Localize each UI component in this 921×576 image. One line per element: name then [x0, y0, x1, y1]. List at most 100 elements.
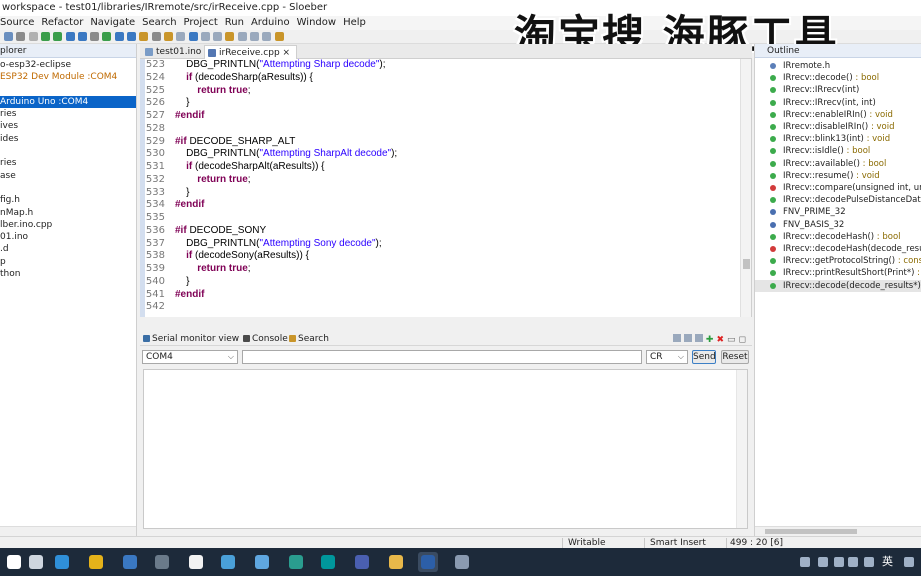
tree-item[interactable]: lber.ino.cpp [0, 219, 136, 231]
app-icon[interactable] [252, 552, 272, 572]
run-icon[interactable] [163, 32, 173, 41]
port-select[interactable]: COM4 ⌵ [142, 350, 238, 364]
outline-item[interactable]: IRrecv::IRrecv(int) [755, 84, 921, 96]
verify-icon[interactable] [40, 32, 50, 41]
outline-item[interactable]: IRrecv::available() : bool [755, 158, 921, 170]
menu-run[interactable]: Run [225, 16, 244, 30]
menu-window[interactable]: Window [297, 16, 336, 30]
nav-icon[interactable] [262, 32, 272, 41]
onedrive-icon[interactable] [818, 557, 828, 567]
volume-icon[interactable] [864, 557, 874, 567]
tab-serial-monitor[interactable]: Serial monitor view ⨯ [142, 332, 250, 346]
outline-item[interactable]: IRrecv::printResultShort(Print*) : voi [755, 267, 921, 279]
port-icon[interactable] [127, 32, 136, 41]
search-icon[interactable] [188, 32, 198, 41]
menu-arduino[interactable]: Arduino [251, 16, 290, 30]
add-icon[interactable]: ✚ [706, 335, 714, 345]
editor-vscroll-thumb[interactable] [743, 259, 750, 269]
tree-item[interactable]: nMap.h [0, 207, 136, 219]
outline-item[interactable]: FNV_BASIS_32 [755, 219, 921, 231]
outline-item[interactable]: IRrecv::blink13(int) : void [755, 133, 921, 145]
outline-item[interactable]: IRrecv::decodeHash(decode_results [755, 243, 921, 255]
tree-item[interactable]: 01.ino [0, 231, 136, 243]
menu-refactor[interactable]: Refactor [41, 16, 83, 30]
network-icon[interactable] [800, 557, 810, 567]
serial-vscrollbar[interactable] [736, 370, 747, 528]
tree-item[interactable]: ives [0, 120, 136, 132]
tree-item[interactable]: thon [0, 268, 136, 280]
outline-item[interactable]: IRrecv::decodePulseDistanceData(ui [755, 194, 921, 206]
forward-icon[interactable] [250, 32, 259, 41]
outline-item[interactable]: IRrecv::getProtocolString() : const c [755, 255, 921, 267]
add-lib-icon[interactable] [102, 32, 112, 41]
tool-icon[interactable] [176, 32, 186, 41]
folder-icon[interactable] [386, 552, 406, 572]
serial-output[interactable] [143, 369, 748, 529]
app-icon[interactable] [120, 552, 140, 572]
outline-item[interactable]: IRrecv::disableIRIn() : void [755, 121, 921, 133]
tab-console[interactable]: Console [242, 332, 288, 346]
plotter-icon[interactable] [77, 32, 87, 41]
app-icon[interactable] [452, 552, 472, 572]
outline-item[interactable]: IRremote.h [755, 60, 921, 72]
project-explorer-tab[interactable]: plorer [0, 44, 136, 58]
open-perspective-icon[interactable] [274, 32, 284, 41]
serial-send-input[interactable] [242, 350, 642, 364]
tree-item[interactable]: o-esp32-eclipse [0, 59, 136, 71]
tree-item[interactable]: fig.h [0, 194, 136, 206]
app-icon[interactable] [352, 552, 372, 572]
upload-icon[interactable] [53, 32, 63, 41]
minimize-icon[interactable]: ▭ [727, 335, 736, 345]
tree-item[interactable]: ESP32 Dev Module :COM4 [0, 71, 136, 83]
outline-item[interactable]: IRrecv::compare(unsigned int, unsigne [755, 182, 921, 194]
close-port-icon[interactable]: ✖ [716, 335, 724, 345]
tree-item[interactable]: p [0, 256, 136, 268]
tree-item[interactable]: Arduino Uno :COM4 [0, 95, 136, 109]
new-sketch-icon[interactable] [90, 32, 100, 41]
save-all-icon[interactable] [28, 32, 38, 41]
menu-help[interactable]: Help [343, 16, 366, 30]
bookmark-icon[interactable] [225, 32, 235, 41]
outline-item[interactable]: IRrecv::isIdle() : bool [755, 145, 921, 157]
menu-source[interactable]: Source [0, 16, 34, 30]
line-ending-select[interactable]: CR ⌵ [646, 350, 688, 364]
tree-item[interactable]: ides [0, 133, 136, 145]
save-icon[interactable] [16, 32, 26, 41]
explorer-hscrollbar[interactable] [0, 526, 136, 536]
battery-icon[interactable] [848, 557, 858, 567]
outline-item[interactable]: IRrecv::decodeHash() : bool [755, 231, 921, 243]
arduino-icon[interactable] [318, 552, 338, 572]
terminal-icon[interactable] [152, 552, 172, 572]
send-button[interactable]: Send [692, 350, 716, 364]
outline-item[interactable]: IRrecv::enableIRIn() : void [755, 109, 921, 121]
outline-tab[interactable]: Outline [755, 44, 921, 58]
outline-item[interactable]: IRrecv::decode(decode_results*) : bo [755, 279, 921, 292]
tree-item[interactable]: ries [0, 157, 136, 169]
outline-hscroll-thumb[interactable] [765, 529, 857, 534]
notification-icon[interactable] [904, 557, 914, 567]
tree-item[interactable] [0, 182, 136, 194]
outline-hscrollbar[interactable] [755, 526, 921, 536]
reset-button[interactable]: Reset [721, 350, 749, 364]
debug-icon[interactable] [151, 32, 161, 41]
edit-icon[interactable] [200, 32, 210, 41]
tree-item[interactable] [0, 84, 136, 96]
tree-item[interactable]: .d [0, 243, 136, 255]
app-icon[interactable] [286, 552, 306, 572]
app-icon[interactable] [218, 552, 238, 572]
tree-item[interactable]: ase [0, 170, 136, 182]
outline-item[interactable]: IRrecv::decode() : bool [755, 72, 921, 84]
menu-search[interactable]: Search [142, 16, 176, 30]
board-icon[interactable] [114, 32, 124, 41]
annotation-icon[interactable] [213, 32, 223, 41]
edge-icon[interactable] [52, 552, 72, 572]
scroll-lock-icon[interactable] [694, 334, 703, 342]
menu-navigate[interactable]: Navigate [90, 16, 135, 30]
maximize-icon[interactable]: ◻ [739, 335, 746, 345]
clear-icon[interactable] [672, 334, 681, 342]
outline-item[interactable]: IRrecv::IRrecv(int, int) [755, 97, 921, 109]
task-view-icon[interactable] [26, 552, 46, 572]
tab-search[interactable]: Search [288, 332, 329, 346]
tree-item[interactable]: ries [0, 108, 136, 120]
build-icon[interactable] [139, 32, 149, 41]
